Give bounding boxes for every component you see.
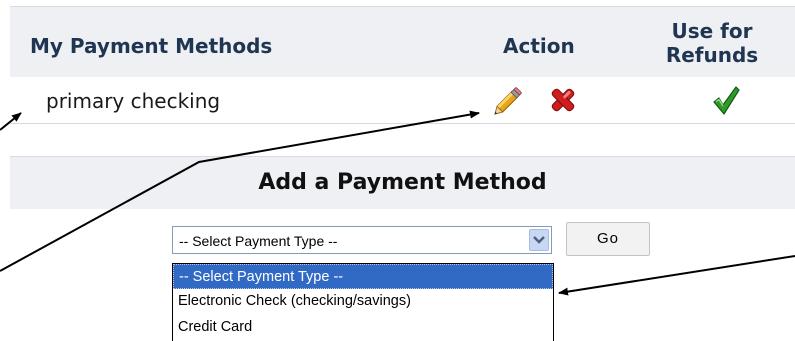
annotation-arrow [0,112,22,131]
annotation-arrows [0,110,795,296]
annotation-arrow [558,255,795,296]
annotation-arrow [0,110,480,272]
